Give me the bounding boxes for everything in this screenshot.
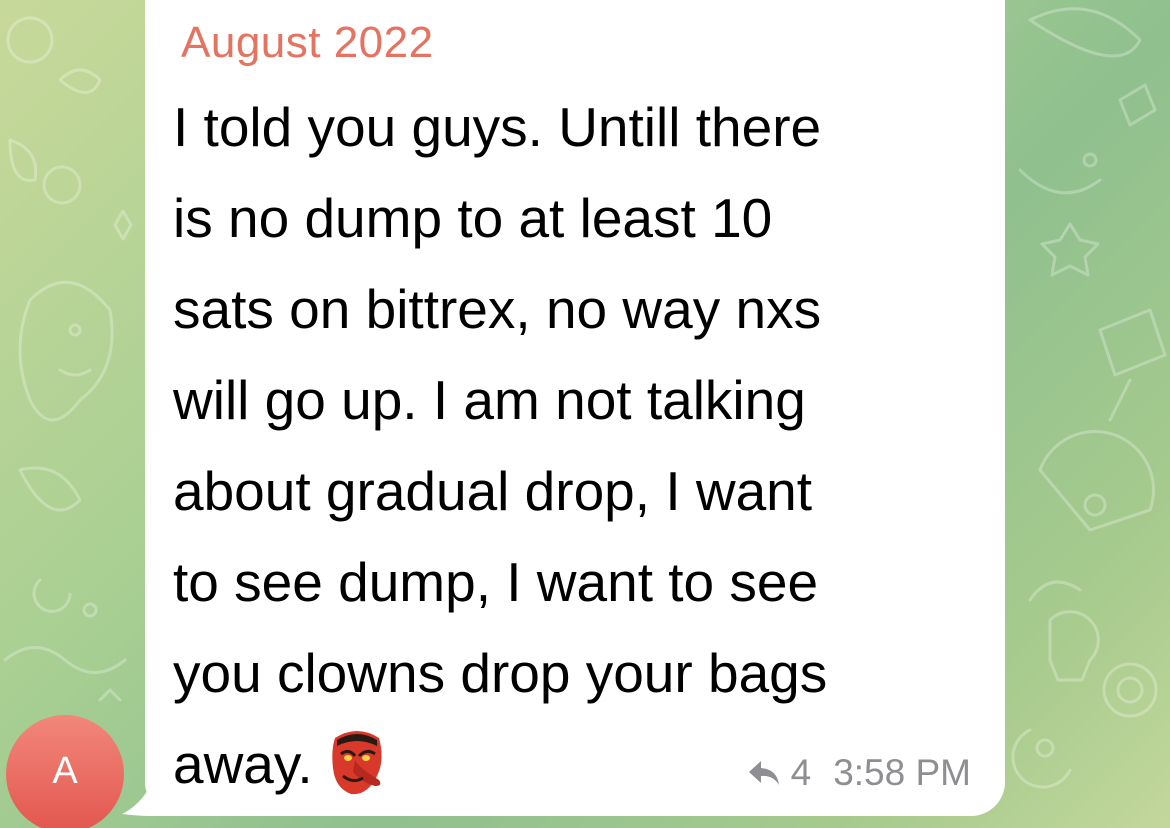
message-line: will go up. I am not talking <box>173 369 806 431</box>
forward-count: 4 <box>790 752 812 793</box>
message-line: you clowns drop your bags <box>173 642 828 704</box>
message-meta: 4 3:58 PM <box>747 752 971 794</box>
message-line: away. <box>173 733 313 795</box>
message-line: I told you guys. Untill there <box>173 96 822 158</box>
message-line: is no dump to at least 10 <box>173 187 773 249</box>
forward-arrow-icon <box>748 761 779 785</box>
message-time: 3:58 PM <box>833 752 971 793</box>
message-line: to see dump, I want to see <box>173 551 819 613</box>
sender-avatar[interactable]: A <box>6 715 124 828</box>
message-line: sats on bittrex, no way nxs <box>173 278 822 340</box>
sender-name[interactable]: August 2022 <box>181 18 434 68</box>
message-line: about gradual drop, I want <box>173 460 813 522</box>
message-bubble[interactable]: August 2022 I told you guys. Untill ther… <box>145 0 1005 816</box>
message-text: I told you guys. Untill there is no dump… <box>173 82 983 810</box>
avatar-initial: A <box>52 749 78 792</box>
goblin-mask-emoji <box>331 731 382 795</box>
